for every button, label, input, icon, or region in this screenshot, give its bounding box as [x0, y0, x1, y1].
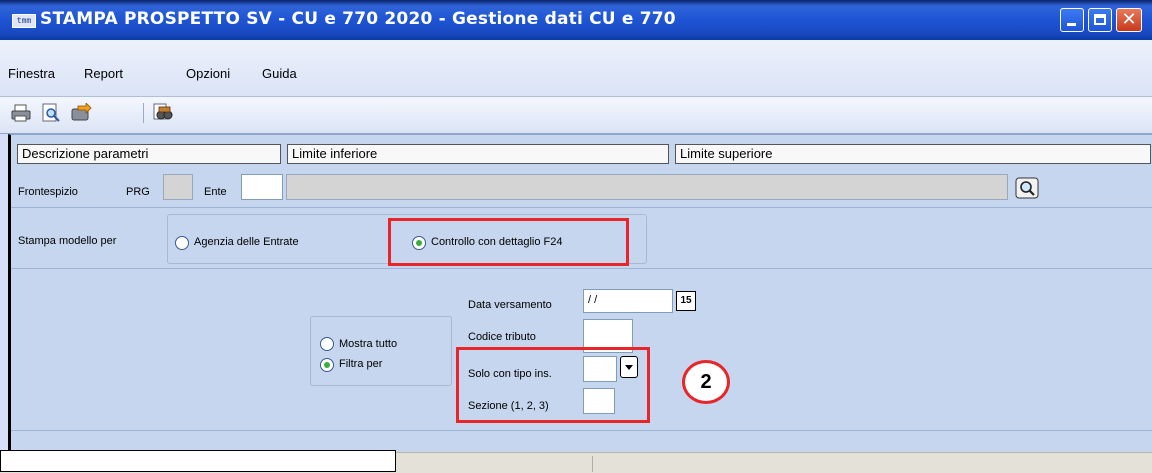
- toolbar-separator: [143, 103, 144, 123]
- data-versamento-field[interactable]: / /: [583, 289, 673, 313]
- ente-description-field: [286, 174, 1008, 200]
- menu-report[interactable]: Report: [84, 66, 123, 81]
- highlight-box-filtri: [456, 347, 650, 423]
- row-divider: [11, 430, 1152, 431]
- column-header-limite-inferiore[interactable]: Limite inferiore: [287, 144, 669, 164]
- prg-label: PRG: [126, 186, 150, 198]
- app-icon: tmm: [12, 14, 36, 28]
- data-versamento-label: Data versamento: [468, 299, 552, 311]
- radio-agenzia-entrate[interactable]: [175, 236, 189, 250]
- row-divider: [11, 268, 1152, 269]
- stampa-modello-label: Stampa modello per: [18, 235, 117, 247]
- highlight-box-stampa: [388, 218, 629, 266]
- menu-finestra[interactable]: Finestra: [8, 66, 55, 81]
- status-separator: [592, 456, 593, 472]
- minimize-button[interactable]: [1060, 8, 1084, 32]
- filter-radio-group: [310, 316, 452, 386]
- print-icon[interactable]: [10, 103, 32, 123]
- mostra-tutto-label[interactable]: Mostra tutto: [339, 338, 397, 350]
- menu-guida[interactable]: Guida: [262, 66, 297, 81]
- maximize-button[interactable]: [1088, 8, 1112, 32]
- column-header-limite-superiore[interactable]: Limite superiore: [675, 144, 1151, 164]
- row-divider: [11, 207, 1152, 208]
- search-binoculars-icon[interactable]: [152, 103, 174, 123]
- lookup-search-icon[interactable]: [1015, 177, 1039, 199]
- callout-number: 2: [682, 360, 730, 404]
- calendar-icon[interactable]: 15: [676, 291, 696, 311]
- status-panel: [0, 450, 396, 472]
- menu-bar: Finestra Report Opzioni Guida: [0, 40, 1152, 97]
- radio-mostra-tutto[interactable]: [320, 337, 334, 351]
- menu-opzioni[interactable]: Opzioni: [186, 66, 230, 81]
- close-icon: ✕: [1121, 9, 1137, 30]
- frontespizio-label: Frontespizio: [18, 186, 78, 198]
- radio-filtra-per[interactable]: [320, 358, 334, 372]
- print-preview-icon[interactable]: [40, 103, 62, 123]
- codice-tributo-label: Codice tributo: [468, 331, 536, 343]
- prg-field[interactable]: [163, 174, 193, 200]
- column-header-descrizione[interactable]: Descrizione parametri: [17, 144, 281, 164]
- agenzia-entrate-label[interactable]: Agenzia delle Entrate: [194, 236, 299, 248]
- title-bar[interactable]: tmm STAMPA PROSPETTO SV - CU e 770 2020 …: [0, 0, 1152, 40]
- close-button[interactable]: ✕: [1116, 8, 1142, 32]
- window-title: STAMPA PROSPETTO SV - CU e 770 2020 - Ge…: [40, 9, 676, 29]
- export-icon[interactable]: [70, 103, 92, 123]
- filtra-per-label[interactable]: Filtra per: [339, 358, 382, 370]
- application-window: tmm STAMPA PROSPETTO SV - CU e 770 2020 …: [0, 0, 1152, 473]
- ente-field[interactable]: [241, 174, 283, 200]
- ente-label: Ente: [204, 186, 227, 198]
